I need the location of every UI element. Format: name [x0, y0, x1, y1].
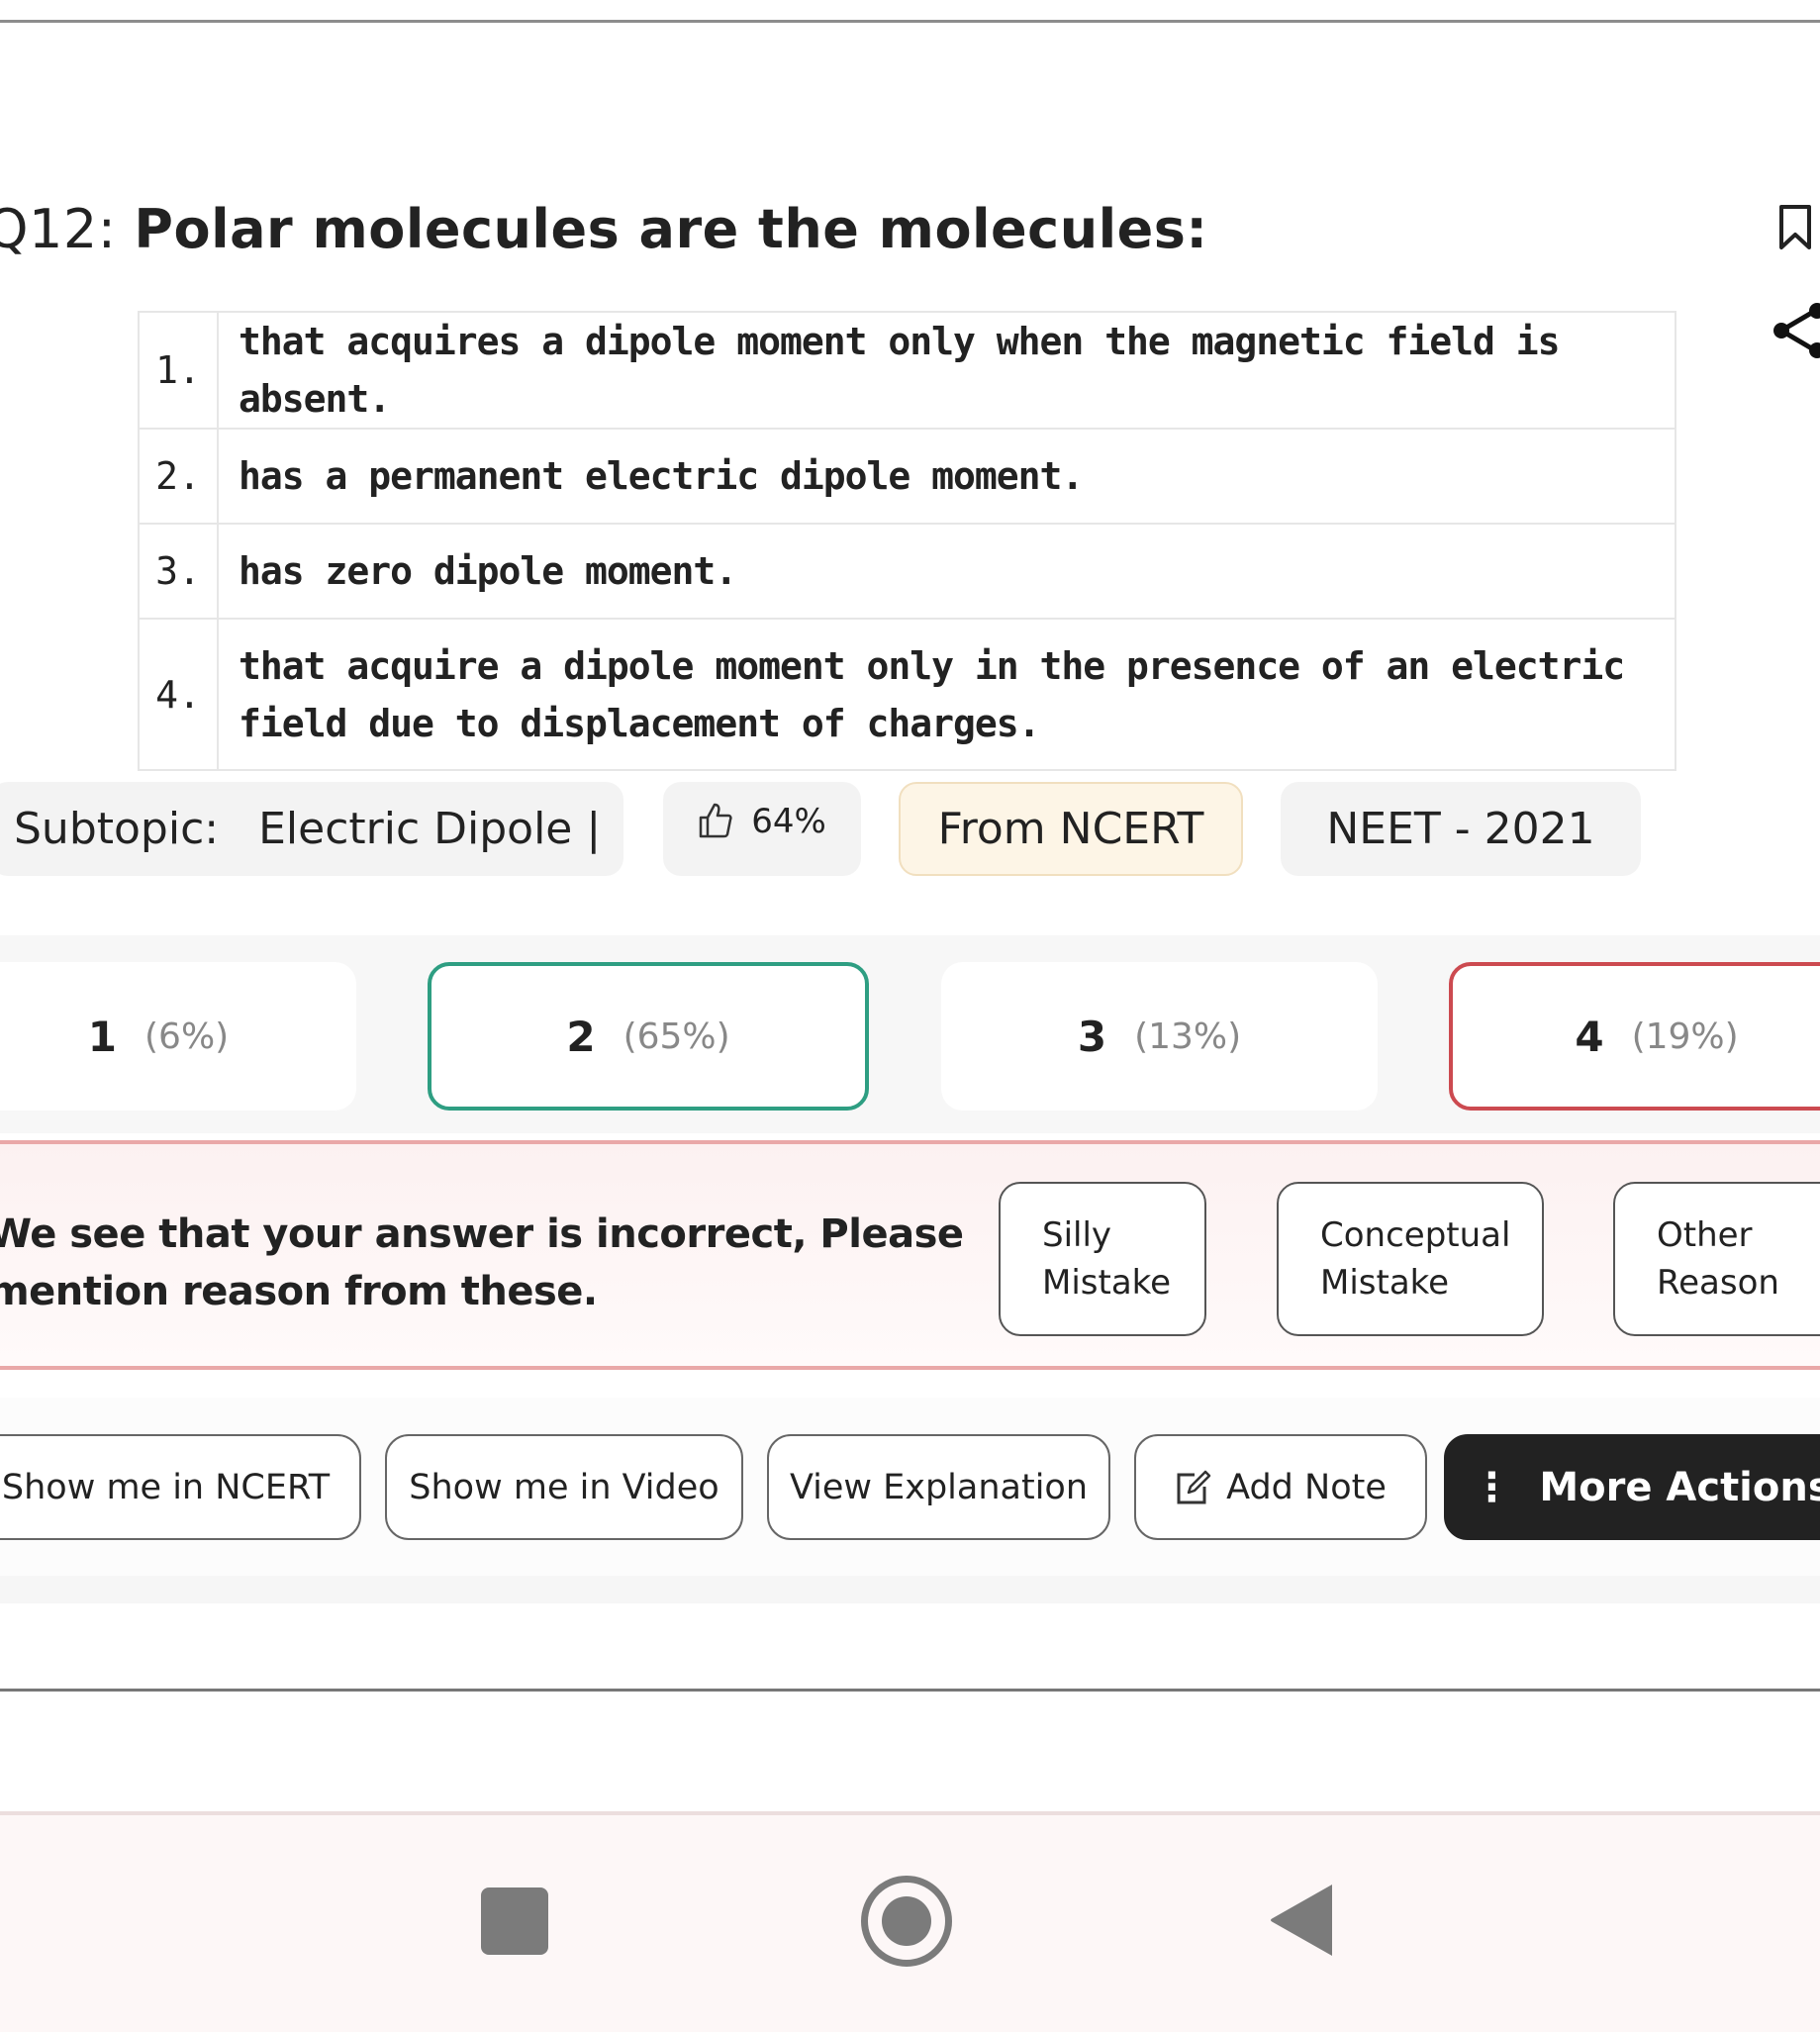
question-number: Q12: [0, 198, 117, 260]
option-number: 2. [138, 428, 219, 525]
source-label: From NCERT [937, 804, 1204, 854]
answer-percent: (65%) [623, 1016, 730, 1057]
option-row[interactable]: 4. that acquire a dipole moment only in … [138, 618, 1676, 771]
question-text: Polar molecules are the molecules: [134, 198, 1208, 260]
answer-percent: (19%) [1631, 1016, 1739, 1057]
view-explanation-button[interactable]: View Explanation [767, 1434, 1110, 1540]
conceptual-mistake-button[interactable]: Conceptual Mistake [1277, 1182, 1544, 1336]
option-text: has zero dipole moment. [217, 523, 1676, 620]
source-chip: From NCERT [899, 782, 1243, 876]
exam-chip: NEET - 2021 [1281, 782, 1641, 876]
actions-bar-shadow [0, 1576, 1820, 1603]
subtopic-chip[interactable]: Subtopic: Electric Dipole | [0, 782, 623, 876]
show-in-video-button[interactable]: Show me in Video [385, 1434, 743, 1540]
more-actions-label: More Actions [1539, 1464, 1820, 1510]
feedback-message: We see that your answer is incorrect, Pl… [0, 1211, 964, 1314]
reason-line-2: Mistake [1042, 1263, 1172, 1303]
reason-line-2: Reason [1657, 1263, 1779, 1303]
exam-label: NEET - 2021 [1326, 804, 1595, 854]
option-number: 1. [138, 311, 219, 430]
answer-option-number: 2 [566, 1012, 596, 1061]
answer-option-4-incorrect[interactable]: 4 (19%) [1449, 962, 1820, 1111]
subtopic-label: Subtopic: [14, 804, 220, 854]
top-divider [0, 20, 1820, 23]
option-text: that acquires a dipole moment only when … [217, 311, 1676, 430]
option-row[interactable]: 1. that acquires a dipole moment only wh… [138, 311, 1676, 430]
answer-option-2-correct[interactable]: 2 (65%) [428, 962, 869, 1111]
home-icon[interactable] [861, 1876, 952, 1967]
edit-note-icon [1177, 1470, 1211, 1503]
kebab-menu-icon: ⋮ [1472, 1464, 1512, 1510]
answer-percent: (13%) [1134, 1016, 1242, 1057]
option-number: 4. [138, 618, 219, 771]
like-chip[interactable]: 64% [663, 782, 861, 876]
bottom-divider [0, 1689, 1820, 1692]
incorrect-feedback-panel: We see that your answer is incorrect, Pl… [0, 1140, 1820, 1370]
share-icon[interactable] [1772, 303, 1820, 358]
option-text: has a permanent electric dipole moment. [217, 428, 1676, 525]
reason-line-1: Other [1657, 1215, 1753, 1255]
answer-option-number: 3 [1077, 1012, 1107, 1061]
options-table: 1. that acquires a dipole moment only wh… [138, 311, 1676, 771]
option-number: 3. [138, 523, 219, 620]
subtopic-value: Electric Dipole | [258, 804, 602, 854]
add-note-label: Add Note [1226, 1467, 1387, 1507]
option-text: that acquire a dipole moment only in the… [217, 618, 1676, 771]
other-reason-button[interactable]: Other Reason [1613, 1182, 1820, 1336]
option-row[interactable]: 3. has zero dipole moment. [138, 523, 1676, 620]
option-row[interactable]: 2. has a permanent electric dipole momen… [138, 428, 1676, 525]
answer-percent: (6%) [144, 1016, 230, 1057]
thumbs-up-icon [699, 803, 732, 838]
back-icon[interactable] [1267, 1881, 1336, 1960]
answer-option-number: 4 [1575, 1012, 1604, 1061]
answer-option-number: 1 [87, 1012, 118, 1061]
question-title: Q12: Polar molecules are the molecules: [0, 198, 1208, 260]
bookmark-icon[interactable] [1777, 204, 1813, 251]
silly-mistake-button[interactable]: Silly Mistake [999, 1182, 1206, 1336]
home-icon-dot [882, 1896, 931, 1946]
question-page: Q12: Polar molecules are the molecules: 1… [0, 0, 1820, 2032]
add-note-button[interactable]: Add Note [1134, 1434, 1427, 1540]
recents-icon[interactable] [481, 1887, 548, 1955]
show-in-ncert-button[interactable]: Show me in NCERT [0, 1434, 361, 1540]
answer-option-3[interactable]: 3 (13%) [941, 962, 1378, 1111]
reason-line-1: Silly [1042, 1215, 1112, 1255]
reason-line-1: Conceptual [1320, 1215, 1511, 1255]
more-actions-button[interactable]: ⋮ More Actions [1444, 1434, 1820, 1540]
like-percent: 64% [751, 802, 826, 841]
reason-line-2: Mistake [1320, 1263, 1450, 1303]
answer-option-1[interactable]: 1 (6%) [0, 962, 356, 1111]
